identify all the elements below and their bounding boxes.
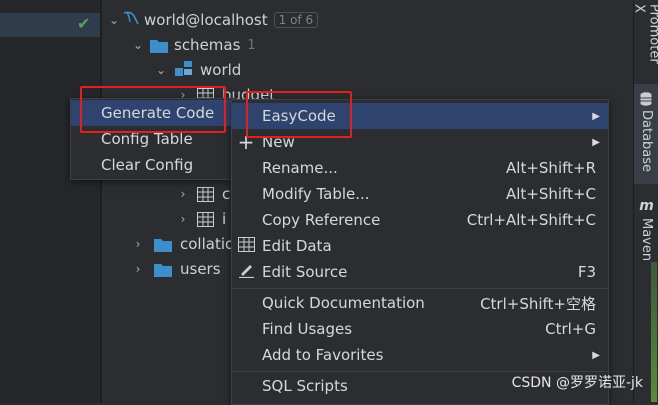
tree-row-collations[interactable]: › collatio xyxy=(130,232,234,256)
database-icon xyxy=(122,10,144,30)
menu-item-modify-table[interactable]: Modify Table... Alt+Shift+C xyxy=(232,181,608,207)
menu-item-label: Rename... xyxy=(262,159,338,177)
menu-item-shortcut: Ctrl+Alt+Shift+C xyxy=(467,211,596,229)
folder-icon xyxy=(154,263,172,276)
chevron-down-icon[interactable]: ⌄ xyxy=(153,63,169,77)
folder-icon xyxy=(154,238,172,251)
pencil-icon xyxy=(237,262,255,282)
schemas-count: 1 xyxy=(247,38,255,53)
chevron-down-icon[interactable]: ⌄ xyxy=(106,13,122,27)
schema-icon xyxy=(175,60,193,80)
database-icon xyxy=(639,92,654,106)
chevron-right-icon[interactable]: › xyxy=(130,237,146,251)
menu-separator xyxy=(232,288,608,289)
tree-row-connection[interactable]: ⌄ world@localhost 1 of 6 xyxy=(106,8,318,32)
menu-item-clear-config[interactable]: Clear Config xyxy=(71,152,236,178)
grid-icon xyxy=(237,237,255,256)
annotation-box-easycode xyxy=(246,91,352,138)
users-label: users xyxy=(180,260,221,278)
menu-item-find-usages[interactable]: Find Usages Ctrl+G xyxy=(232,316,608,342)
schema-name: world xyxy=(200,61,241,79)
table-label: i xyxy=(222,210,226,228)
maven-icon: m xyxy=(639,198,654,214)
chevron-right-icon: ▶ xyxy=(592,350,600,361)
tree-row-table[interactable]: › c xyxy=(175,182,230,206)
chevron-right-icon[interactable]: › xyxy=(130,262,146,276)
left-panel xyxy=(0,0,100,403)
menu-item-label: Edit Data xyxy=(262,237,332,255)
tab-maven-label: Maven xyxy=(639,218,654,261)
menu-item-quick-documentation[interactable]: Quick Documentation Ctrl+Shift+空格 xyxy=(232,290,608,316)
tab-maven[interactable]: m Maven xyxy=(634,198,658,268)
menu-item-edit-data[interactable]: Edit Data xyxy=(232,233,608,259)
collations-label: collatio xyxy=(180,235,234,253)
chevron-down-icon[interactable]: ⌄ xyxy=(130,38,146,52)
menu-item-label: Clear Config xyxy=(101,156,193,174)
chevron-right-icon[interactable]: › xyxy=(175,187,191,201)
menu-item-label: Add to Favorites xyxy=(262,346,383,364)
panel-divider[interactable] xyxy=(100,0,102,403)
connection-badge: 1 of 6 xyxy=(274,12,318,28)
menu-item-shortcut: Alt+Shift+C xyxy=(506,185,596,203)
menu-item-shortcut: F3 xyxy=(578,263,596,281)
watermark: CSDN @罗罗诺亚-jk xyxy=(512,372,643,392)
menu-item-label: SQL Scripts xyxy=(262,377,348,395)
menu-item-label: Quick Documentation xyxy=(262,294,425,312)
menu-item-shortcut: Ctrl+Shift+空格 xyxy=(480,293,596,314)
tab-database[interactable]: Database xyxy=(634,84,658,184)
tab-database-label: Database xyxy=(639,110,654,172)
tab-promoter-label: Promoter X xyxy=(632,4,658,72)
tree-row-schemas[interactable]: ⌄ schemas 1 xyxy=(130,33,256,57)
menu-item-shortcut: Alt+Shift+R xyxy=(506,159,596,177)
tree-row-world[interactable]: ⌄ world xyxy=(153,58,241,82)
menu-item-add-to-favorites[interactable]: Add to Favorites ▶ xyxy=(232,342,608,368)
tab-promoter[interactable]: Promoter X xyxy=(634,4,658,72)
menu-item-label: Modify Table... xyxy=(262,185,370,203)
check-icon: ✔ xyxy=(77,14,90,33)
menu-item-label: Edit Source xyxy=(262,263,347,281)
connection-label: world@localhost xyxy=(144,11,268,29)
table-icon xyxy=(197,187,214,202)
schemas-label: schemas xyxy=(174,36,240,54)
table-label: c xyxy=(222,185,230,203)
memory-indicator xyxy=(651,262,657,402)
menu-item-copy-reference[interactable]: Copy Reference Ctrl+Alt+Shift+C xyxy=(232,207,608,233)
tree-row-table[interactable]: › i xyxy=(175,207,226,231)
menu-item-rename[interactable]: Rename... Alt+Shift+R xyxy=(232,155,608,181)
menu-item-edit-source[interactable]: Edit Source F3 xyxy=(232,259,608,285)
chevron-right-icon: ▶ xyxy=(592,137,600,148)
folder-icon xyxy=(150,39,168,52)
menu-item-label: Find Usages xyxy=(262,320,352,338)
right-tool-strip: Promoter X Database m Maven xyxy=(633,0,658,403)
context-menu: EasyCode ▶ + New ▶ Rename... Alt+Shift+R… xyxy=(231,99,609,405)
table-icon xyxy=(197,212,214,227)
chevron-right-icon[interactable]: › xyxy=(175,212,191,226)
chevron-right-icon: ▶ xyxy=(592,111,600,122)
tree-row-users[interactable]: › users xyxy=(130,257,221,281)
annotation-box-generate-code xyxy=(80,86,226,133)
menu-item-label: Copy Reference xyxy=(262,211,380,229)
menu-item-shortcut: Ctrl+G xyxy=(545,320,596,338)
